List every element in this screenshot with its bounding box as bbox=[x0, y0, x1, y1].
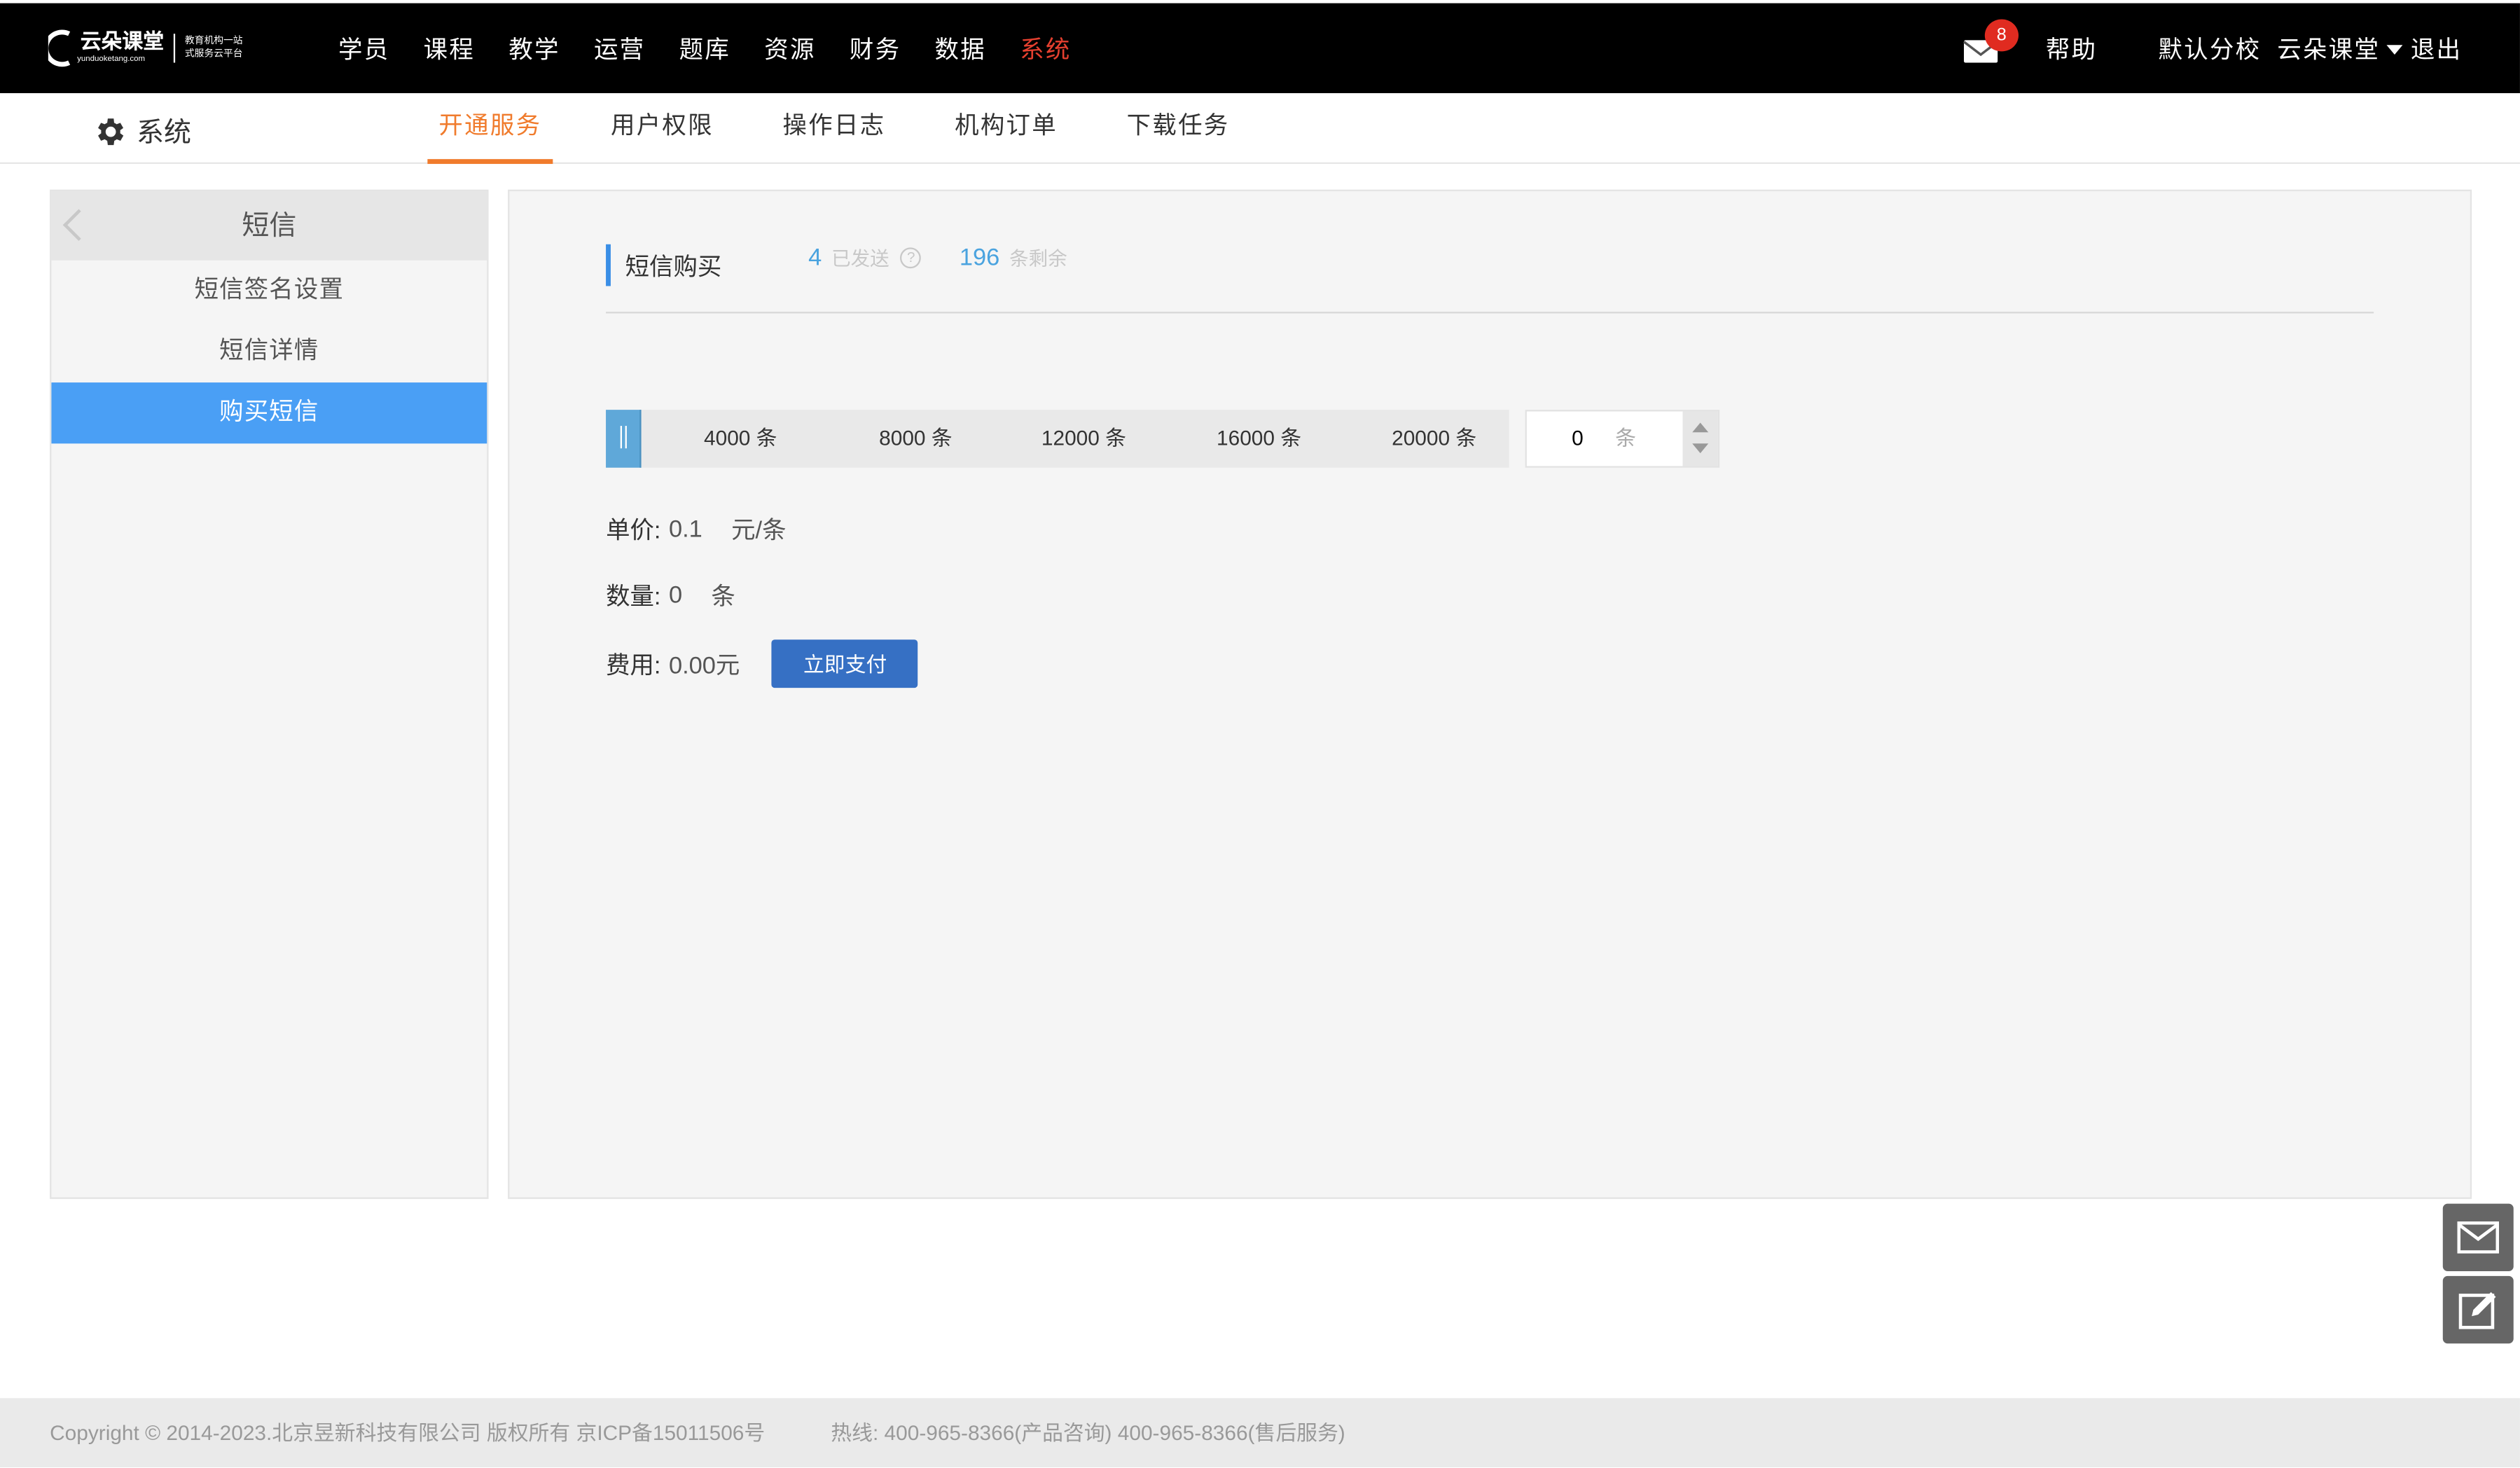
sent-label: 已发送 bbox=[831, 247, 889, 270]
mail-icon bbox=[2457, 1221, 2500, 1254]
slider-mark: 20000 条 bbox=[1392, 426, 1477, 450]
quantity-label: 数量: bbox=[606, 583, 661, 611]
logout-link[interactable]: 退出 bbox=[2411, 32, 2462, 65]
remaining-count: 196 bbox=[959, 244, 1000, 272]
tab-user-permissions[interactable]: 用户权限 bbox=[600, 93, 725, 164]
section-title: 系统 bbox=[92, 109, 191, 149]
quantity-stepper[interactable]: 0 条 bbox=[1525, 410, 1720, 468]
unit-price-unit: 元/条 bbox=[731, 517, 787, 545]
logo-name: 云朵课堂 bbox=[80, 29, 165, 53]
header-right: 8 帮助 默认分校 云朵课堂 退出 bbox=[1962, 4, 2520, 93]
logo-slogan-line2: 式服务云平台 bbox=[184, 50, 243, 60]
quantity-unit: 条 bbox=[711, 583, 735, 611]
stepper-buttons bbox=[1682, 411, 1718, 466]
sidebar-item-sms-signature[interactable]: 短信签名设置 bbox=[51, 261, 487, 321]
top-navbar: 云朵课堂 yunduoketang.com 教育机构一站 式服务云平台 学员 课… bbox=[0, 3, 2520, 94]
cost-value: 0.00元 bbox=[668, 651, 740, 679]
user-menu[interactable]: 云朵课堂 bbox=[2277, 32, 2403, 65]
tab-org-orders[interactable]: 机构订单 bbox=[943, 93, 1069, 164]
sidebar: 短信 短信签名设置 短信详情 购买短信 bbox=[50, 189, 489, 1199]
quantity-row: 数量: 0 条 bbox=[606, 579, 735, 612]
cloud-logo-icon bbox=[48, 29, 71, 67]
slider-mark: 16000 条 bbox=[1217, 426, 1302, 450]
pay-now-button[interactable]: 立即支付 bbox=[772, 639, 919, 688]
user-name: 云朵课堂 bbox=[2277, 36, 2381, 64]
logo-slogan-line1: 教育机构一站 bbox=[184, 36, 243, 47]
help-link[interactable]: 帮助 bbox=[2046, 32, 2097, 65]
section-title-text: 系统 bbox=[137, 117, 192, 148]
chevron-down-icon bbox=[2386, 45, 2403, 55]
main-panel: 短信购买 4 已发送 ? 196 条剩余 4000 条 8000 条 12000… bbox=[508, 189, 2472, 1199]
nav-item-finance[interactable]: 财务 bbox=[833, 32, 918, 65]
sent-count: 4 bbox=[808, 244, 822, 272]
slider-handle[interactable] bbox=[606, 410, 642, 468]
nav-item-data[interactable]: 数据 bbox=[918, 32, 1003, 65]
quantity-input-unit: 条 bbox=[1615, 426, 1636, 450]
message-button[interactable]: 8 bbox=[1962, 19, 2019, 63]
slider-mark: 8000 条 bbox=[879, 426, 953, 450]
message-count-badge: 8 bbox=[1984, 19, 2019, 52]
remaining-label: 条剩余 bbox=[1009, 247, 1067, 270]
unit-price-row: 单价: 0.1 元/条 bbox=[606, 513, 786, 546]
sidebar-item-buy-sms[interactable]: 购买短信 bbox=[51, 382, 487, 444]
quantity-input-value[interactable]: 0 bbox=[1572, 411, 1584, 466]
tab-open-service[interactable]: 开通服务 bbox=[427, 93, 553, 165]
cost-row: 费用: 0.00元 立即支付 bbox=[606, 639, 919, 688]
unit-price-label: 单价: bbox=[606, 517, 661, 545]
slider-mark: 4000 条 bbox=[704, 426, 777, 450]
nav-item-teaching[interactable]: 教学 bbox=[492, 32, 577, 65]
quantity-slider[interactable]: 4000 条 8000 条 12000 条 16000 条 20000 条 bbox=[606, 410, 1509, 468]
logo-divider bbox=[173, 34, 176, 63]
chevron-left-icon[interactable] bbox=[62, 209, 95, 241]
footer-copyright: Copyright © 2014-2023.北京昱新科技有限公司 版权所有 京I… bbox=[50, 1420, 766, 1445]
logo[interactable]: 云朵课堂 yunduoketang.com 教育机构一站 式服务云平台 bbox=[48, 20, 248, 78]
floating-feedback-button[interactable] bbox=[2442, 1275, 2514, 1344]
footer-hotline: 热线: 400-965-8366(产品咨询) 400-965-8366(售后服务… bbox=[831, 1420, 1345, 1445]
tab-operation-log[interactable]: 操作日志 bbox=[771, 93, 896, 164]
gear-icon bbox=[92, 113, 124, 146]
panel-title: 短信购买 bbox=[625, 254, 722, 282]
panel-header: 短信购买 4 已发送 ? 196 条剩余 bbox=[606, 244, 2374, 314]
cost-label: 费用: bbox=[606, 651, 661, 679]
sub-navbar: 系统 开通服务 用户权限 操作日志 机构订单 下载任务 bbox=[0, 93, 2520, 165]
help-icon[interactable]: ? bbox=[900, 247, 922, 269]
sidebar-header: 短信 bbox=[51, 191, 487, 261]
edit-icon bbox=[2458, 1292, 2496, 1329]
slider-mark: 12000 条 bbox=[1041, 426, 1126, 450]
nav-item-students[interactable]: 学员 bbox=[321, 32, 407, 65]
arrow-up-icon[interactable] bbox=[1692, 422, 1709, 433]
remaining-stat: 196 条剩余 bbox=[960, 244, 1067, 272]
sub-tabs: 开通服务 用户权限 操作日志 机构订单 下载任务 bbox=[427, 93, 1287, 165]
sidebar-title: 短信 bbox=[242, 210, 297, 242]
logo-domain: yunduoketang.com bbox=[77, 55, 146, 64]
footer: Copyright © 2014-2023.北京昱新科技有限公司 版权所有 京I… bbox=[0, 1398, 2520, 1467]
logo-slogan: 教育机构一站 式服务云平台 bbox=[185, 35, 243, 61]
nav-item-resources[interactable]: 资源 bbox=[747, 32, 833, 65]
arrow-down-icon[interactable] bbox=[1692, 443, 1709, 454]
tab-download-tasks[interactable]: 下载任务 bbox=[1116, 93, 1241, 164]
sent-stat: 4 已发送 ? bbox=[808, 244, 922, 272]
sidebar-item-sms-details[interactable]: 短信详情 bbox=[51, 321, 487, 382]
unit-price-value: 0.1 bbox=[668, 515, 702, 543]
nav-item-courses[interactable]: 课程 bbox=[407, 32, 492, 65]
nav-item-question-bank[interactable]: 题库 bbox=[663, 32, 748, 65]
nav-item-operations[interactable]: 运营 bbox=[577, 32, 663, 65]
quantity-value: 0 bbox=[668, 581, 683, 609]
nav-item-system[interactable]: 系统 bbox=[1003, 32, 1088, 65]
main-nav: 学员 课程 教学 运营 题库 资源 财务 数据 系统 bbox=[321, 4, 1088, 93]
floating-message-button[interactable] bbox=[2442, 1203, 2514, 1272]
panel-header-accent bbox=[606, 244, 611, 286]
branch-selector[interactable]: 默认分校 bbox=[2159, 32, 2262, 65]
